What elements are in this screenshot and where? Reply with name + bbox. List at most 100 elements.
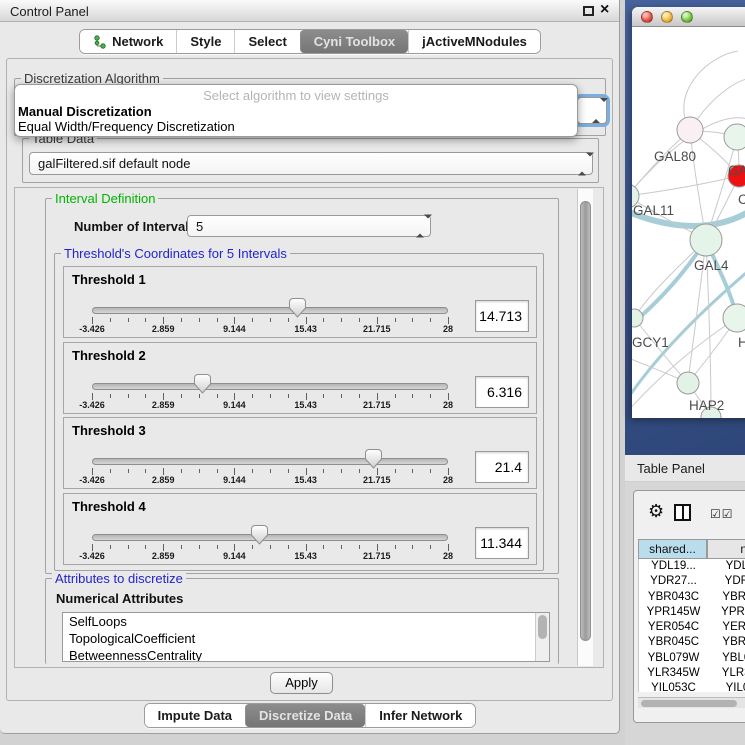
float-window-icon[interactable]	[583, 6, 594, 16]
table-row[interactable]: YPR145WYPR145W	[639, 605, 745, 620]
attribute-item-betweennesscentrality[interactable]: BetweennessCentrality	[63, 647, 549, 662]
checkboxes-icon[interactable]: ☑☑	[710, 507, 734, 521]
slider-tick	[306, 317, 307, 324]
tab-cyni-toolbox[interactable]: Cyni Toolbox	[300, 30, 408, 53]
slider-tick	[234, 468, 235, 475]
slider-track[interactable]	[92, 534, 448, 541]
number-of-intervals-value: 5	[196, 219, 203, 234]
attribute-item-topologicalcoefficient[interactable]: TopologicalCoefficient	[63, 630, 549, 647]
slider-track[interactable]	[92, 383, 448, 390]
table-cell[interactable]: YPR145W	[708, 605, 745, 620]
tab-infer-network[interactable]: Infer Network	[365, 704, 475, 727]
table-cell[interactable]: YLR345W	[639, 666, 708, 681]
tab-network[interactable]: Network	[80, 30, 176, 53]
slider-handle[interactable]	[251, 525, 268, 545]
network-node[interactable]	[677, 372, 699, 394]
horizontal-scrollbar-thumb[interactable]	[641, 700, 737, 707]
tab-discretize-data[interactable]: Discretize Data	[245, 704, 365, 727]
table-cell[interactable]: YDR27...	[708, 574, 745, 589]
algorithm-placeholder-option[interactable]: Select algorithm to view settings	[15, 87, 577, 104]
columns-icon[interactable]	[674, 504, 691, 521]
table-row[interactable]: YBR043CYBR043C	[639, 590, 745, 605]
close-icon[interactable]: ×	[600, 1, 609, 19]
network-node[interactable]	[723, 304, 745, 332]
slider-tick	[92, 468, 93, 475]
threshold-value-field[interactable]: 21.4	[475, 451, 529, 483]
table-row[interactable]: YBL079WYBL079W	[639, 651, 745, 666]
algorithm-combobox[interactable]	[577, 97, 607, 124]
table-cell[interactable]: YDL19...	[708, 559, 745, 574]
tab-jactivemnodules[interactable]: jActiveMNodules	[408, 30, 540, 53]
slider-tick-label: 9.144	[223, 551, 246, 561]
slider-track[interactable]	[92, 307, 448, 314]
tab-select[interactable]: Select	[234, 30, 299, 53]
table-row[interactable]: YBR045CYBR045C	[639, 635, 745, 650]
slider-tick	[234, 544, 235, 551]
zoom-traffic-light-icon[interactable]	[681, 11, 693, 23]
vertical-scrollbar[interactable]	[577, 189, 593, 666]
table-row[interactable]: YDL19...YDL19...	[639, 559, 745, 574]
table-row[interactable]: YDR27...YDR27...	[639, 574, 745, 589]
table-row[interactable]: YIL053CYIL053C	[639, 681, 745, 692]
network-node-label: GCY1	[632, 335, 669, 350]
network-node[interactable]	[690, 224, 722, 256]
table-cell[interactable]: YBR045C	[708, 635, 745, 650]
network-graph[interactable]: GAL80GACGAL11GAL4GCY1HHAP2	[632, 27, 745, 418]
network-node[interactable]	[724, 124, 745, 150]
table-cell[interactable]: YER054C	[708, 620, 745, 635]
attributes-list-scrollbar-thumb[interactable]	[538, 615, 547, 639]
combobox-stepper-icon	[578, 156, 586, 171]
table-row[interactable]: YER054CYER054C	[639, 620, 745, 635]
table-cell[interactable]: YBL079W	[708, 651, 745, 666]
network-edge[interactable]	[634, 318, 688, 383]
slider-track[interactable]	[92, 458, 448, 465]
numerical-attributes-list[interactable]: SelfLoopsTopologicalCoefficientBetweenne…	[62, 612, 550, 662]
table-cell[interactable]: YER054C	[639, 620, 708, 635]
slider-tick	[128, 318, 129, 322]
control-panel-titlebar[interactable]: Control Panel ×	[0, 0, 619, 22]
table-row[interactable]: YLR345WYLR345W	[639, 666, 745, 681]
tab-style[interactable]: Style	[176, 30, 234, 53]
minimize-traffic-light-icon[interactable]	[661, 11, 673, 23]
threshold-value-field[interactable]: 11.344	[475, 527, 529, 559]
tab-impute-data[interactable]: Impute Data	[145, 704, 245, 727]
table-cell[interactable]: YBL079W	[639, 651, 708, 666]
close-traffic-light-icon[interactable]	[641, 11, 653, 23]
threshold-value-field[interactable]: 14.713	[475, 300, 529, 332]
network-node[interactable]	[632, 309, 643, 327]
table-data-combobox[interactable]: galFiltered.sif default node	[29, 152, 593, 175]
table-cell[interactable]: YPR145W	[639, 605, 708, 620]
algorithm-option-manual-discretization[interactable]: Manual Discretization	[15, 104, 577, 119]
attributes-list-scrollbar[interactable]	[535, 613, 549, 661]
vertical-scrollbar-thumb[interactable]	[580, 201, 591, 641]
slider-handle[interactable]	[365, 449, 382, 469]
network-window-titlebar[interactable]	[632, 7, 745, 27]
slider-tick	[252, 469, 253, 473]
slider-handle[interactable]	[289, 298, 306, 318]
table-column-header-na[interactable]: na	[707, 539, 745, 559]
slider-tick	[377, 317, 378, 324]
slider-tick	[181, 545, 182, 549]
table-cell[interactable]: YBR043C	[708, 590, 745, 605]
table-column-header-shared[interactable]: shared...	[638, 539, 707, 559]
threshold-value-field[interactable]: 6.316	[475, 376, 529, 408]
table-cell[interactable]: YBR045C	[639, 635, 708, 650]
table-cell[interactable]: YBR043C	[639, 590, 708, 605]
slider-tick	[128, 469, 129, 473]
network-canvas[interactable]: GAL80GACGAL11GAL4GCY1HHAP2	[632, 27, 745, 418]
slider-handle[interactable]	[194, 374, 211, 394]
apply-button[interactable]: Apply	[270, 672, 333, 694]
horizontal-scrollbar[interactable]	[638, 697, 745, 708]
table-panel-header[interactable]: Table Panel	[625, 455, 745, 482]
gear-icon[interactable]: ⚙︎	[648, 501, 664, 522]
table-cell[interactable]: YLR345W	[708, 666, 745, 681]
tab-label: Network	[112, 34, 163, 49]
algorithm-option-equal-width-frequency-discretization[interactable]: Equal Width/Frequency Discretization	[15, 119, 577, 134]
table-cell[interactable]: YDR27...	[639, 574, 708, 589]
table-cell[interactable]: YIL053C	[708, 681, 745, 692]
number-of-intervals-combobox[interactable]: 5	[187, 215, 431, 237]
table-cell[interactable]: YIL053C	[639, 681, 708, 692]
table-cell[interactable]: YDL19...	[639, 559, 708, 574]
network-node[interactable]	[677, 117, 703, 143]
attribute-item-selfloops[interactable]: SelfLoops	[63, 613, 549, 630]
